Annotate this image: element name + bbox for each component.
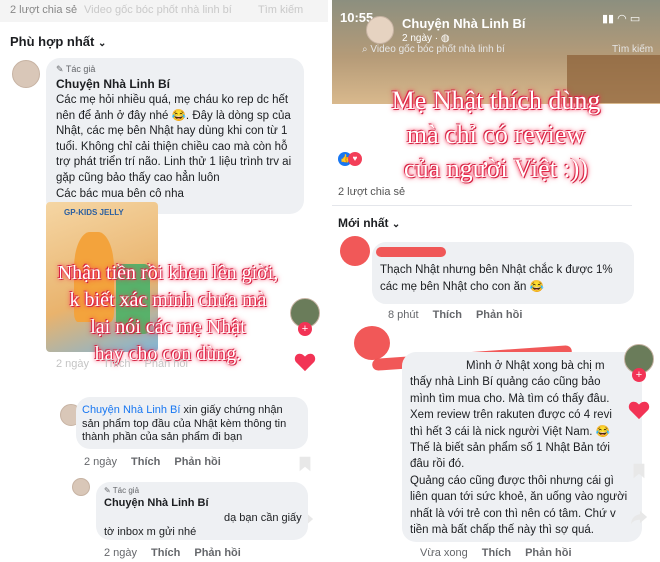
search-link[interactable]: Tìm kiếm — [258, 4, 303, 16]
heart-icon[interactable] — [294, 352, 316, 372]
share-count: 2 lượt chia sẻ — [10, 4, 78, 16]
comment-text: Thạch Nhật nhưng bên Nhật chắc k được 1%… — [380, 264, 613, 293]
author-badge: ✎ Tác giả — [104, 486, 140, 495]
search-bar[interactable]: ⌕ Video gốc bóc phốt nhà linh bí — [362, 44, 505, 55]
redacted-avatar[interactable] — [340, 236, 370, 266]
globe-icon: ◍ — [440, 33, 450, 44]
overlay-caption: Nhận tiền rồi khen lên giời, k biết xác … — [57, 262, 279, 365]
right-screenshot: 10:55 ▮▮ ◠ ▭ Chuyện Nhà Linh Bí 2 ngày ·… — [332, 0, 660, 562]
avatar[interactable] — [72, 478, 90, 496]
mention-link[interactable]: Chuyện Nhà Linh Bí — [82, 404, 180, 416]
avatar[interactable] — [12, 60, 40, 88]
follow-plus-icon[interactable]: + — [298, 322, 312, 336]
chevron-down-icon: ⌄ — [391, 219, 401, 230]
author-tag-icon: ✎ — [104, 486, 113, 495]
sort-label: Phù hợp nhất — [10, 34, 95, 49]
sort-dropdown[interactable]: Mới nhất ⌄ — [338, 216, 400, 230]
reply-bubble: Chuyện Nhà Linh Bí xin giấy chứng nhận s… — [76, 397, 308, 449]
wifi-icon: ◠ — [617, 13, 627, 25]
page-name[interactable]: Chuyện Nhà Linh Bí — [402, 16, 526, 31]
battery-icon: ▭ — [629, 13, 641, 25]
redacted-avatar[interactable] — [354, 326, 390, 360]
comment-author[interactable]: Chuyện Nhà Linh Bí — [104, 497, 209, 509]
sort-dropdown[interactable]: Phù hợp nhất ⌄ — [10, 34, 106, 49]
product-label: GP-KIDS JELLY — [64, 208, 124, 217]
bookmark-icon[interactable] — [296, 455, 314, 473]
search-icon: ⌕ — [362, 44, 368, 55]
signal-icon: ▮▮ — [602, 13, 615, 25]
love-reaction-icon: ♥ — [348, 152, 362, 166]
status-icons: ▮▮ ◠ ▭ — [602, 12, 640, 25]
comment-text: Mình ở Nhật xong bà chị m thấy nhà Linh … — [410, 360, 628, 537]
chevron-down-icon: ⌄ — [97, 38, 107, 49]
share-icon[interactable] — [630, 508, 648, 526]
reply-meta: 2 ngày Thích Phản hồi — [84, 456, 221, 468]
comment-author[interactable]: Chuyện Nhà Linh Bí — [56, 77, 170, 91]
top-bar: 2 lượt chia sẻ Video gốc bóc phốt nhà li… — [0, 0, 328, 22]
comment-bubble: ✎ Tác giả Chuyện Nhà Linh Bí Các mẹ hỏi … — [46, 58, 304, 214]
sort-label: Mới nhất — [338, 216, 389, 230]
share-count[interactable]: 2 lượt chia sẻ — [338, 186, 405, 198]
reply-text-2: tờ inbox m gửi nhé — [104, 526, 197, 538]
redacted-name — [376, 247, 446, 257]
reply-text: Chuyện Nhà Linh Bí xin giấy chứng nhận s… — [82, 404, 287, 443]
page-avatar[interactable] — [366, 16, 394, 44]
comment-text: Các mẹ hỏi nhiều quá, mẹ cháu ko rep dc … — [56, 94, 292, 200]
heart-icon[interactable] — [628, 400, 650, 420]
post-age: 2 ngày · ◍ — [402, 33, 450, 44]
reply-meta: 2 ngày Thích Phản hồi — [104, 547, 241, 559]
search-link[interactable]: Tìm kiếm — [612, 44, 653, 55]
reply-text: dạ bạn cần giấy — [224, 512, 302, 524]
ghost-title: Video gốc bóc phốt nhà linh bí — [84, 4, 232, 16]
comment-meta: Vừa xong Thích Phản hồi — [420, 547, 572, 559]
bookmark-icon[interactable] — [630, 462, 648, 480]
author-badge: ✎ Tác giả — [56, 64, 96, 74]
reply-bubble: ✎ Tác giả Chuyện Nhà Linh Bí dạ bạn cần … — [96, 482, 308, 540]
comment-meta: 8 phút Thích Phản hồi — [388, 309, 523, 321]
author-tag-icon: ✎ — [56, 64, 66, 74]
comment-bubble: Thạch Nhật nhưng bên Nhật chắc k được 1%… — [372, 242, 634, 304]
comment-meta: 2 ngày Thích Phản hồi — [56, 358, 188, 370]
left-screenshot: 2 lượt chia sẻ Video gốc bóc phốt nhà li… — [0, 0, 328, 562]
follow-plus-icon[interactable]: + — [632, 368, 646, 382]
comment-bubble: Mình ở Nhật xong bà chị m thấy nhà Linh … — [402, 352, 642, 542]
divider — [332, 205, 632, 206]
overlay-caption: Mẹ Nhật thích dùng mà chỉ có review của … — [391, 86, 601, 183]
